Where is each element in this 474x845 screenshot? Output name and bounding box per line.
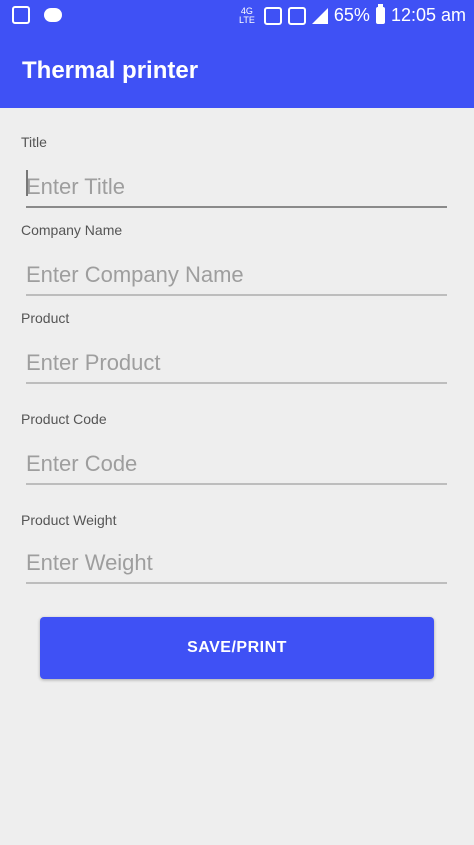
- company-name-input[interactable]: [26, 256, 447, 296]
- status-time: 12:05 am: [390, 5, 466, 25]
- image-icon: [12, 6, 30, 24]
- wifi-call-icon: [263, 6, 282, 25]
- app-title: Thermal printer: [22, 57, 199, 84]
- status-bar: 4G LTE 65% 12:05 am: [0, 0, 474, 33]
- battery-icon: [375, 4, 385, 24]
- product-code-label: Product Code: [21, 411, 107, 427]
- product-weight-input[interactable]: [26, 544, 447, 584]
- save-print-button[interactable]: SAVE/PRINT: [40, 617, 434, 679]
- product-code-input[interactable]: [26, 445, 447, 485]
- product-label: Product: [21, 310, 70, 326]
- battery-percent: 65%: [333, 5, 370, 25]
- network-icon: 4G LTE: [238, 5, 255, 25]
- product-input[interactable]: [26, 344, 447, 384]
- text-cursor: [26, 170, 28, 196]
- product-weight-label: Product Weight: [21, 512, 117, 528]
- app-bar: Thermal printer: [0, 33, 474, 108]
- title-input[interactable]: [26, 168, 447, 208]
- signal-icon: [311, 7, 328, 24]
- title-label: Title: [21, 134, 47, 150]
- sim-icon: [287, 6, 306, 25]
- chat-icon: [44, 8, 62, 22]
- company-name-label: Company Name: [21, 222, 123, 238]
